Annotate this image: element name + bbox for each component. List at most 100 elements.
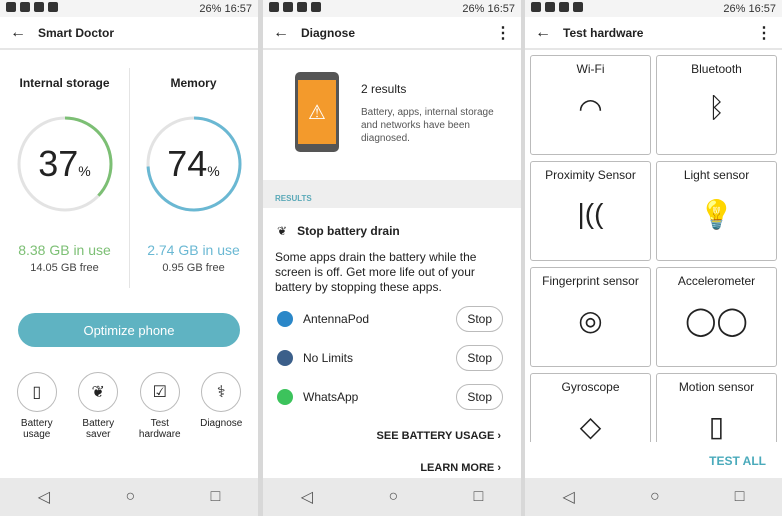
tool-label: Battery usage [20,418,53,440]
status-bar: 26% 16:57 [525,0,782,17]
card-label: Fingerprint sensor [542,274,639,288]
status-bar: 26% 16:57 [0,0,258,17]
app-row: WhatsApp Stop [277,384,503,410]
back-nav-icon[interactable]: ◁ [301,487,313,507]
app-bar: ← Test hardware ⋮ [525,17,782,50]
stop-button[interactable]: Stop [456,306,503,332]
results-header: RESULTS [263,180,521,208]
tool-label: Battery saver [82,418,115,440]
stop-battery-drain-title: Stop battery drain [297,224,400,238]
leaf-icon: ❦ [78,372,119,412]
back-arrow-icon[interactable]: ← [273,24,289,42]
smart-doctor-screen: 26% 16:57 ← Smart Doctor Internal storage… [0,0,258,516]
recents-nav-icon[interactable]: □ [735,488,745,506]
app-icon [277,350,293,366]
clock: 16:57 [224,2,252,15]
clock: 16:57 [487,2,515,15]
storage-label: Internal storage [19,76,110,90]
sensor-icon: ▯ [708,411,725,442]
card-label: Light sensor [683,168,750,182]
app-row: AntennaPod Stop [277,306,503,332]
card-title: ❦ Stop battery drain [277,224,400,238]
phone-check-icon: ☑ [139,372,180,412]
stop-button[interactable]: Stop [456,384,503,410]
card-description: Some apps drain the battery while the sc… [275,250,477,294]
card-label: Proximity Sensor [545,168,636,182]
more-options-icon[interactable]: ⋮ [756,23,772,43]
sensor-icon: ◎ [578,305,603,336]
storage-panel: Internal storage 37% 8.38 GB in use 14.0… [0,52,129,274]
back-nav-icon[interactable]: ◁ [38,487,50,507]
tool-label: Test hardware [138,418,181,440]
card-label: Gyroscope [561,380,620,394]
status-bar: 26% 16:57 [263,0,521,17]
page-title: Test hardware [563,25,644,40]
battery-level: 26% [199,2,222,15]
hardware-test-card[interactable]: Fingerprint sensor ◎ [530,267,651,367]
sensor-icon: ◯◯ [685,305,748,336]
memory-free: 0.95 GB free [162,262,225,274]
card-label: Motion sensor [678,380,755,394]
hardware-test-card[interactable]: Light sensor 💡 [656,161,777,261]
hardware-test-card[interactable]: Proximity Sensor |(( [530,161,651,261]
recents-nav-icon[interactable]: □ [474,488,484,506]
tool-button[interactable]: ☑ Test hardware [132,372,188,440]
stethoscope-icon: ⚕ [201,372,242,412]
recents-nav-icon[interactable]: □ [211,488,221,506]
more-options-icon[interactable]: ⋮ [495,23,511,43]
storage-gauge: 37% [15,114,115,214]
app-bar: ← Smart Doctor [0,17,258,50]
tool-button[interactable]: ▯ Battery usage [9,372,65,440]
nav-bar: ◁ ○ □ [525,478,782,516]
optimize-phone-button[interactable]: Optimize phone [18,313,240,347]
back-arrow-icon[interactable]: ← [10,24,26,42]
hardware-test-card[interactable]: Bluetooth ᛒ [656,55,777,155]
test-hardware-screen: 26% 16:57 ← Test hardware ⋮ Wi-Fi ◠ Bluetoot… [525,0,782,516]
battery-level: 26% [723,2,746,15]
nav-bar: ◁ ○ □ [0,478,258,516]
see-battery-usage-link[interactable]: SEE BATTERY USAGE › [377,430,501,442]
battery-icon: ▯ [16,372,57,412]
back-arrow-icon[interactable]: ← [535,24,551,42]
test-all-button[interactable]: TEST ALL [525,442,782,478]
hardware-test-card[interactable]: Wi-Fi ◠ [530,55,651,155]
hardware-test-card[interactable]: Accelerometer ◯◯ [656,267,777,367]
learn-more-link[interactable]: LEARN MORE › [420,462,501,474]
sensor-icon: |(( [577,198,604,229]
app-bar: ← Diagnose ⋮ [263,17,521,50]
percent-sign: % [78,163,91,179]
storage-in-use: 8.38 GB in use [18,242,111,258]
phone-warning-icon: ⚠ [295,72,339,152]
storage-free: 14.05 GB free [30,262,99,274]
app-name: WhatsApp [303,390,359,404]
diagnose-description: Battery, apps, internal storage and netw… [361,107,494,144]
sensor-icon: ◠ [578,93,603,124]
sensor-icon: 💡 [699,199,734,230]
page-title: Smart Doctor [38,25,115,40]
card-label: Wi-Fi [576,62,605,76]
page-title: Diagnose [301,25,356,40]
storage-percent: 37 [38,143,79,184]
diagnose-screen: 26% 16:57 ← Diagnose ⋮ ⚠ 2 results Battery… [263,0,521,516]
sensor-icon: ◇ [579,411,602,442]
leaf-icon: ❦ [277,224,288,238]
home-nav-icon[interactable]: ○ [125,488,135,506]
home-nav-icon[interactable]: ○ [388,488,398,506]
home-nav-icon[interactable]: ○ [650,488,660,506]
card-label: Bluetooth [691,62,742,76]
clock: 16:57 [748,2,776,15]
memory-panel: Memory 74% 2.74 GB in use 0.95 GB free [129,52,258,274]
tool-button[interactable]: ⚕ Diagnose [193,372,249,440]
memory-in-use: 2.74 GB in use [147,242,240,258]
app-icon [277,389,293,405]
app-row: No Limits Stop [277,345,503,371]
memory-percent: 74 [167,143,208,184]
card-label: Accelerometer [677,274,756,288]
tool-button[interactable]: ❦ Battery saver [70,372,126,440]
sensor-icon: ᛒ [708,92,725,123]
tool-label: Diagnose [200,418,243,429]
stop-button[interactable]: Stop [456,345,503,371]
back-nav-icon[interactable]: ◁ [563,487,575,507]
app-name: No Limits [303,351,354,365]
memory-gauge: 74% [144,114,244,214]
